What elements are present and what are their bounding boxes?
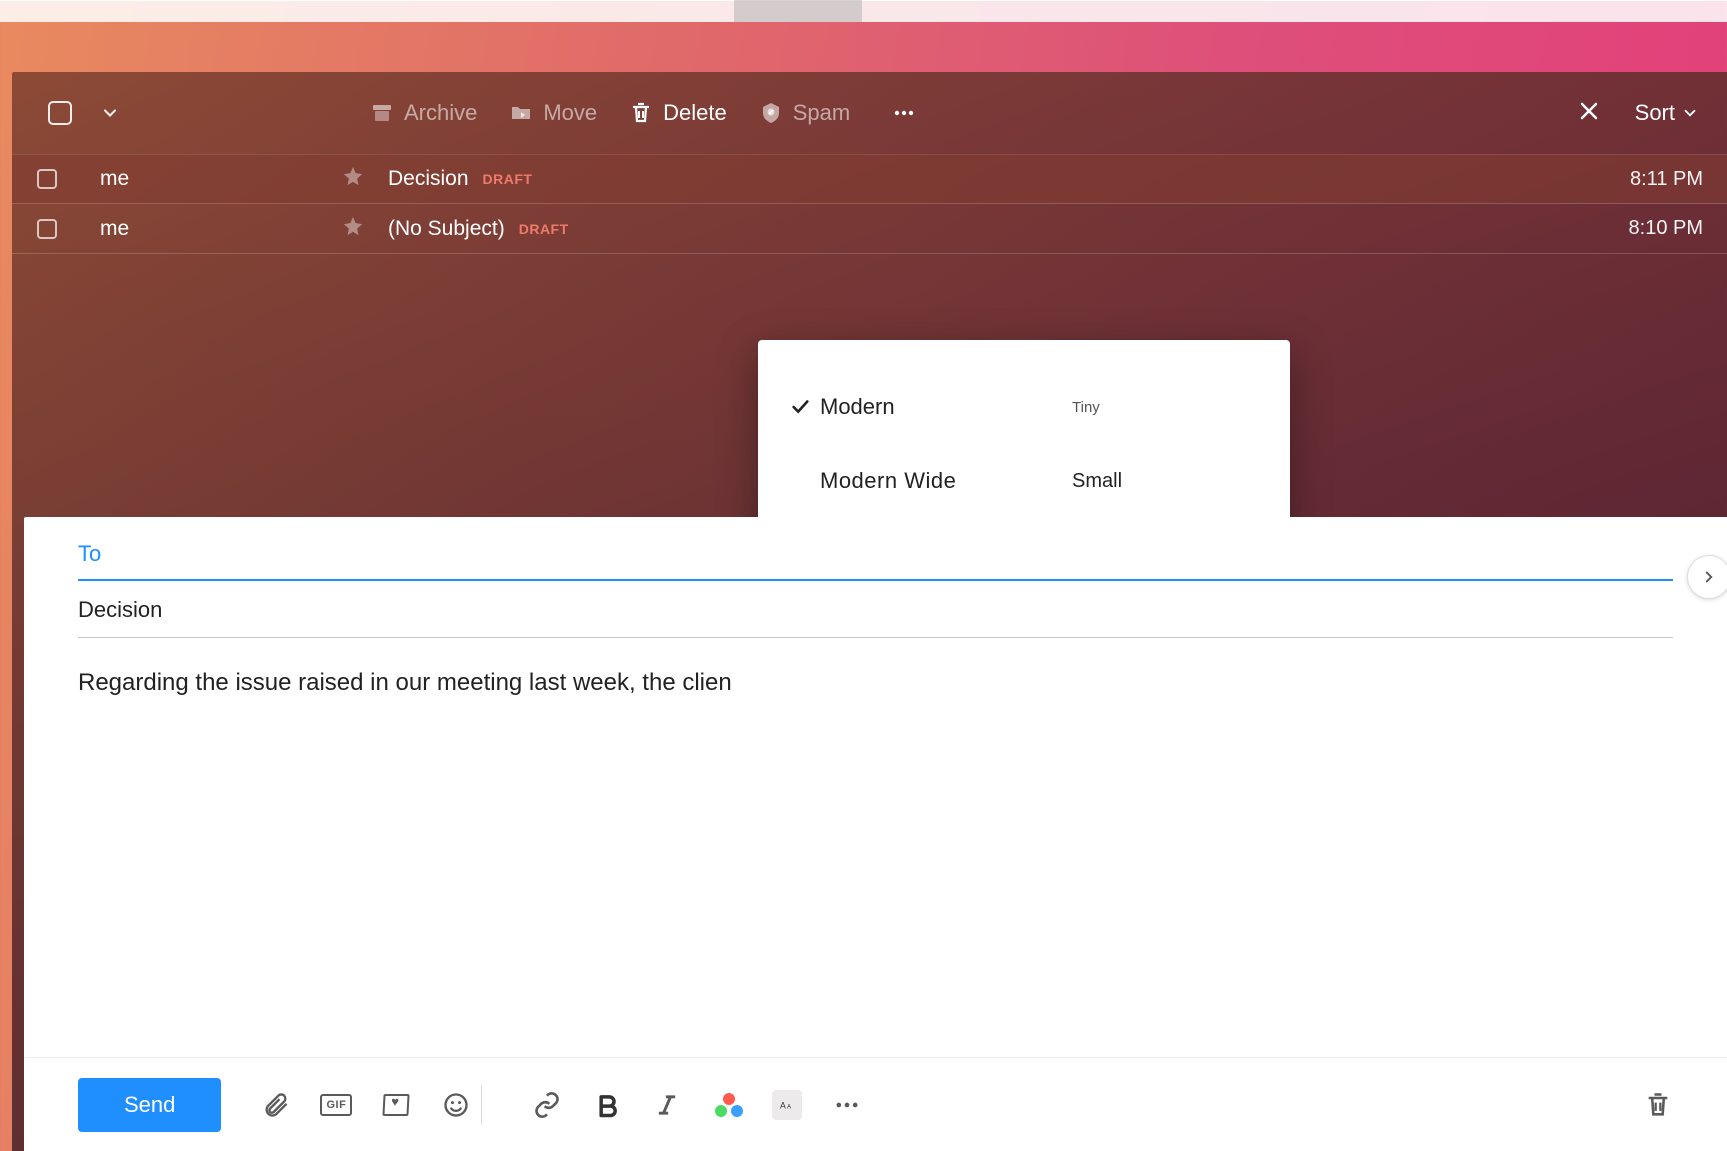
row-checkbox[interactable] bbox=[12, 219, 82, 239]
compose-toolbar: Send GIF bbox=[24, 1057, 1727, 1151]
check-icon bbox=[780, 396, 820, 418]
spam-label: Spam bbox=[793, 100, 850, 126]
subject-text: (No Subject) bbox=[388, 217, 505, 241]
send-button[interactable]: Send bbox=[78, 1078, 221, 1132]
row-time: 8:11 PM bbox=[1573, 168, 1703, 191]
font-size-option[interactable]: Small bbox=[1024, 444, 1282, 518]
more-formatting-icon[interactable] bbox=[832, 1090, 862, 1120]
svg-text:A: A bbox=[780, 1100, 786, 1110]
to-field[interactable]: To bbox=[78, 535, 1673, 581]
text-color-icon[interactable] bbox=[712, 1090, 742, 1120]
bold-icon[interactable] bbox=[592, 1090, 622, 1120]
mail-app: Archive Move Delete Spam Sort bbox=[12, 72, 1727, 1151]
delete-button[interactable]: Delete bbox=[629, 100, 727, 126]
toolbar-divider bbox=[481, 1085, 482, 1125]
row-from: me bbox=[82, 217, 342, 241]
body-text: Regarding the issue raised in our meetin… bbox=[78, 669, 732, 696]
draft-tag: DRAFT bbox=[483, 171, 533, 187]
font-family-label: Modern bbox=[820, 394, 895, 420]
star-icon[interactable] bbox=[342, 215, 388, 243]
move-label: Move bbox=[543, 100, 597, 126]
to-label: To bbox=[78, 541, 101, 566]
select-all-checkbox[interactable] bbox=[48, 101, 72, 125]
subject-value: Decision bbox=[78, 597, 162, 622]
move-button[interactable]: Move bbox=[509, 100, 597, 126]
font-family-option[interactable]: Modern bbox=[766, 370, 1024, 444]
archive-label: Archive bbox=[404, 100, 477, 126]
sort-label: Sort bbox=[1635, 100, 1675, 126]
font-size-label: Small bbox=[1072, 470, 1122, 493]
message-list: me Decision DRAFT 8:11 PM me (No Subject… bbox=[12, 154, 1727, 254]
body-field[interactable]: Regarding the issue raised in our meetin… bbox=[78, 638, 1673, 700]
subject-field[interactable]: Decision bbox=[78, 581, 1673, 638]
font-family-option[interactable]: Modern Wide bbox=[766, 444, 1024, 518]
row-from: me bbox=[82, 167, 342, 191]
card-icon[interactable] bbox=[381, 1090, 411, 1120]
expand-button[interactable] bbox=[1687, 555, 1727, 599]
close-button[interactable] bbox=[1577, 99, 1601, 128]
sort-button[interactable]: Sort bbox=[1635, 100, 1699, 126]
draft-tag: DRAFT bbox=[519, 221, 569, 237]
message-row[interactable]: me (No Subject) DRAFT 8:10 PM bbox=[12, 204, 1727, 254]
emoji-icon[interactable] bbox=[441, 1090, 471, 1120]
row-checkbox[interactable] bbox=[12, 169, 82, 189]
row-time: 8:10 PM bbox=[1573, 217, 1703, 240]
row-subject: Decision DRAFT bbox=[388, 167, 1573, 191]
compose-panel: To Decision Regarding the issue raised i… bbox=[24, 517, 1727, 1151]
more-actions-button[interactable] bbox=[892, 101, 916, 125]
font-button[interactable]: AA bbox=[772, 1090, 802, 1120]
gif-icon[interactable]: GIF bbox=[321, 1090, 351, 1120]
subject-text: Decision bbox=[388, 167, 469, 191]
discard-icon[interactable] bbox=[1643, 1090, 1673, 1120]
message-row[interactable]: me Decision DRAFT 8:11 PM bbox=[12, 154, 1727, 204]
spam-button[interactable]: Spam bbox=[759, 100, 850, 126]
font-size-option[interactable]: Tiny bbox=[1024, 370, 1282, 444]
toolbar-actions: Archive Move Delete Spam bbox=[370, 100, 916, 126]
row-subject: (No Subject) DRAFT bbox=[388, 217, 1573, 241]
font-size-label: Tiny bbox=[1072, 399, 1100, 416]
address-bar-segment bbox=[734, 0, 862, 22]
browser-chrome bbox=[0, 0, 1727, 72]
archive-button[interactable]: Archive bbox=[370, 100, 477, 126]
italic-icon[interactable] bbox=[652, 1090, 682, 1120]
star-icon[interactable] bbox=[342, 165, 388, 193]
link-icon[interactable] bbox=[532, 1090, 562, 1120]
attachment-icon[interactable] bbox=[261, 1090, 291, 1120]
svg-text:A: A bbox=[787, 1103, 792, 1110]
list-toolbar: Archive Move Delete Spam Sort bbox=[12, 72, 1727, 154]
delete-label: Delete bbox=[663, 100, 727, 126]
select-dropdown-chevron[interactable] bbox=[100, 103, 120, 123]
address-bar-bg bbox=[0, 0, 1727, 22]
font-family-label: Modern Wide bbox=[820, 468, 956, 494]
